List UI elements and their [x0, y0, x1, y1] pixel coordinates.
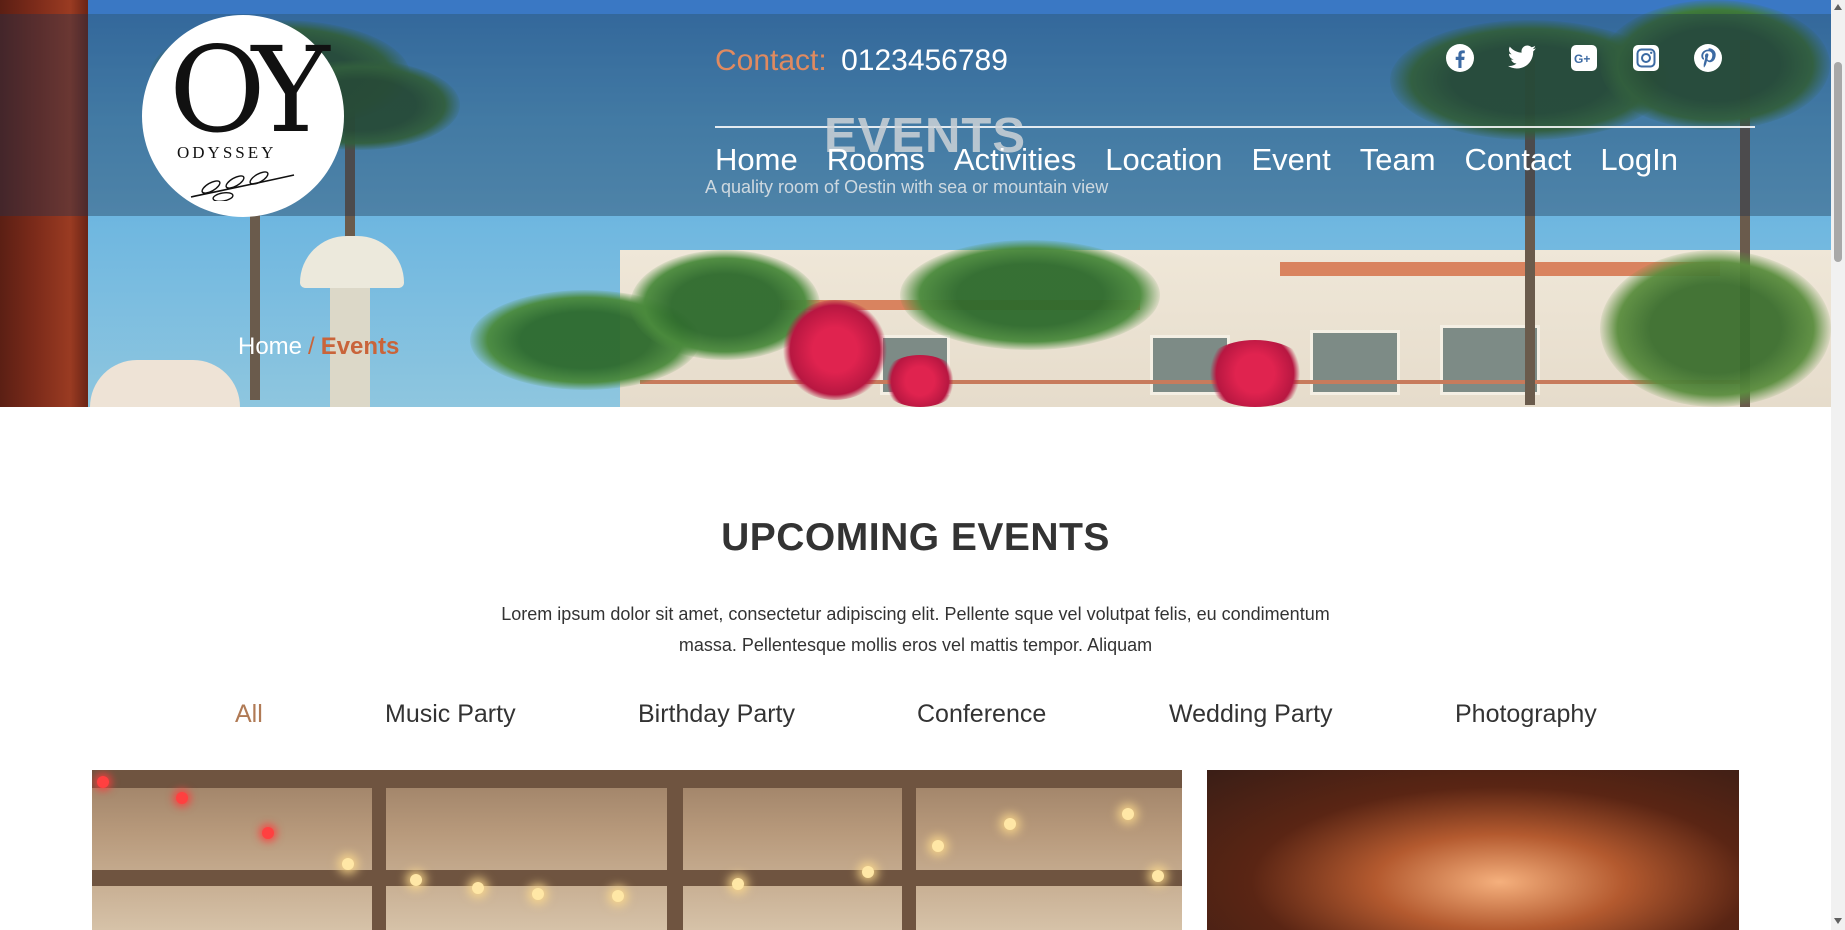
string-light [862, 866, 874, 878]
string-light [1004, 818, 1016, 830]
section-title: UPCOMING EVENTS [721, 516, 1110, 559]
nav-event[interactable]: Event [1251, 142, 1330, 178]
filter-all[interactable]: All [235, 700, 263, 729]
filter-conference[interactable]: Conference [917, 700, 1046, 729]
google-plus-icon[interactable]: G+ [1569, 43, 1599, 73]
social-links: G+ [1445, 43, 1723, 73]
filter-wedding-party[interactable]: Wedding Party [1169, 700, 1333, 729]
breadcrumb-current: Events [320, 333, 400, 360]
roof-beam [902, 770, 916, 930]
filter-birthday-party[interactable]: Birthday Party [638, 700, 795, 729]
page-scrollbar[interactable] [1831, 0, 1845, 930]
logo-mark: OY ODYSSEY [163, 21, 330, 201]
pinterest-icon[interactable] [1693, 43, 1723, 73]
main-nav: Home Rooms Activities Location Event Tea… [715, 142, 1678, 178]
string-light [932, 840, 944, 852]
roof-beam [667, 770, 683, 930]
string-light [1152, 870, 1164, 882]
breadcrumb-home[interactable]: Home [238, 333, 302, 360]
nav-location[interactable]: Location [1105, 142, 1222, 178]
roof-beam [92, 870, 1182, 886]
hero-parasol [90, 360, 240, 407]
string-light [1122, 808, 1134, 820]
filter-photography[interactable]: Photography [1455, 700, 1597, 729]
event-card-image[interactable] [92, 770, 1182, 930]
string-light [342, 858, 354, 870]
logo-wordmark: ODYSSEY [177, 143, 277, 162]
hero-flowers [1200, 340, 1310, 407]
hero-flowers [780, 300, 890, 400]
contact-label: Contact: [715, 44, 827, 77]
string-light [262, 827, 274, 839]
string-light [472, 882, 484, 894]
breadcrumb: Home / Events [238, 333, 399, 361]
nav-login[interactable]: LogIn [1600, 142, 1678, 178]
scroll-down-arrow-icon[interactable] [1834, 918, 1842, 924]
hero-umbrella [300, 236, 404, 288]
nav-rooms[interactable]: Rooms [827, 142, 925, 178]
scroll-up-arrow-icon[interactable] [1834, 4, 1842, 10]
facebook-icon[interactable] [1445, 43, 1475, 73]
logo-monogram: OY [169, 21, 330, 159]
string-light [410, 874, 422, 886]
twitter-icon[interactable] [1507, 43, 1537, 73]
roof-beam [372, 770, 386, 930]
filter-music-party[interactable]: Music Party [385, 700, 516, 729]
nav-contact[interactable]: Contact [1465, 142, 1572, 178]
section-description: Lorem ipsum dolor sit amet, consectetur … [501, 604, 1330, 655]
roof-beam [92, 770, 1182, 788]
nav-activities[interactable]: Activities [954, 142, 1076, 178]
palm-fronds [1600, 250, 1831, 407]
string-light [532, 888, 544, 900]
palm-fronds [900, 240, 1160, 350]
event-card-image-2[interactable] [1207, 770, 1739, 930]
contact-number[interactable]: 0123456789 [841, 44, 1008, 77]
hero-sky-strip [0, 0, 1831, 14]
string-light [97, 776, 109, 788]
nav-home[interactable]: Home [715, 142, 798, 178]
string-light [732, 878, 744, 890]
breadcrumb-separator: / [308, 333, 315, 360]
svg-text:G+: G+ [1574, 52, 1590, 66]
hero-window [1310, 330, 1400, 395]
header-contact: Contact: 0123456789 [715, 44, 1008, 78]
site-logo[interactable]: OY ODYSSEY [142, 15, 344, 217]
scrollbar-thumb[interactable] [1834, 62, 1842, 262]
hero-subtitle: A quality room of Oestin with sea or mou… [705, 177, 1109, 197]
nav-team[interactable]: Team [1360, 142, 1436, 178]
string-light [176, 792, 188, 804]
string-light [612, 890, 624, 902]
instagram-icon[interactable] [1631, 43, 1661, 73]
hero-flowers [880, 355, 960, 407]
leaf-icon [190, 171, 295, 201]
hero-banner: OY ODYSSEY Contact: 0123456789 G+ EVENTS… [0, 0, 1831, 407]
